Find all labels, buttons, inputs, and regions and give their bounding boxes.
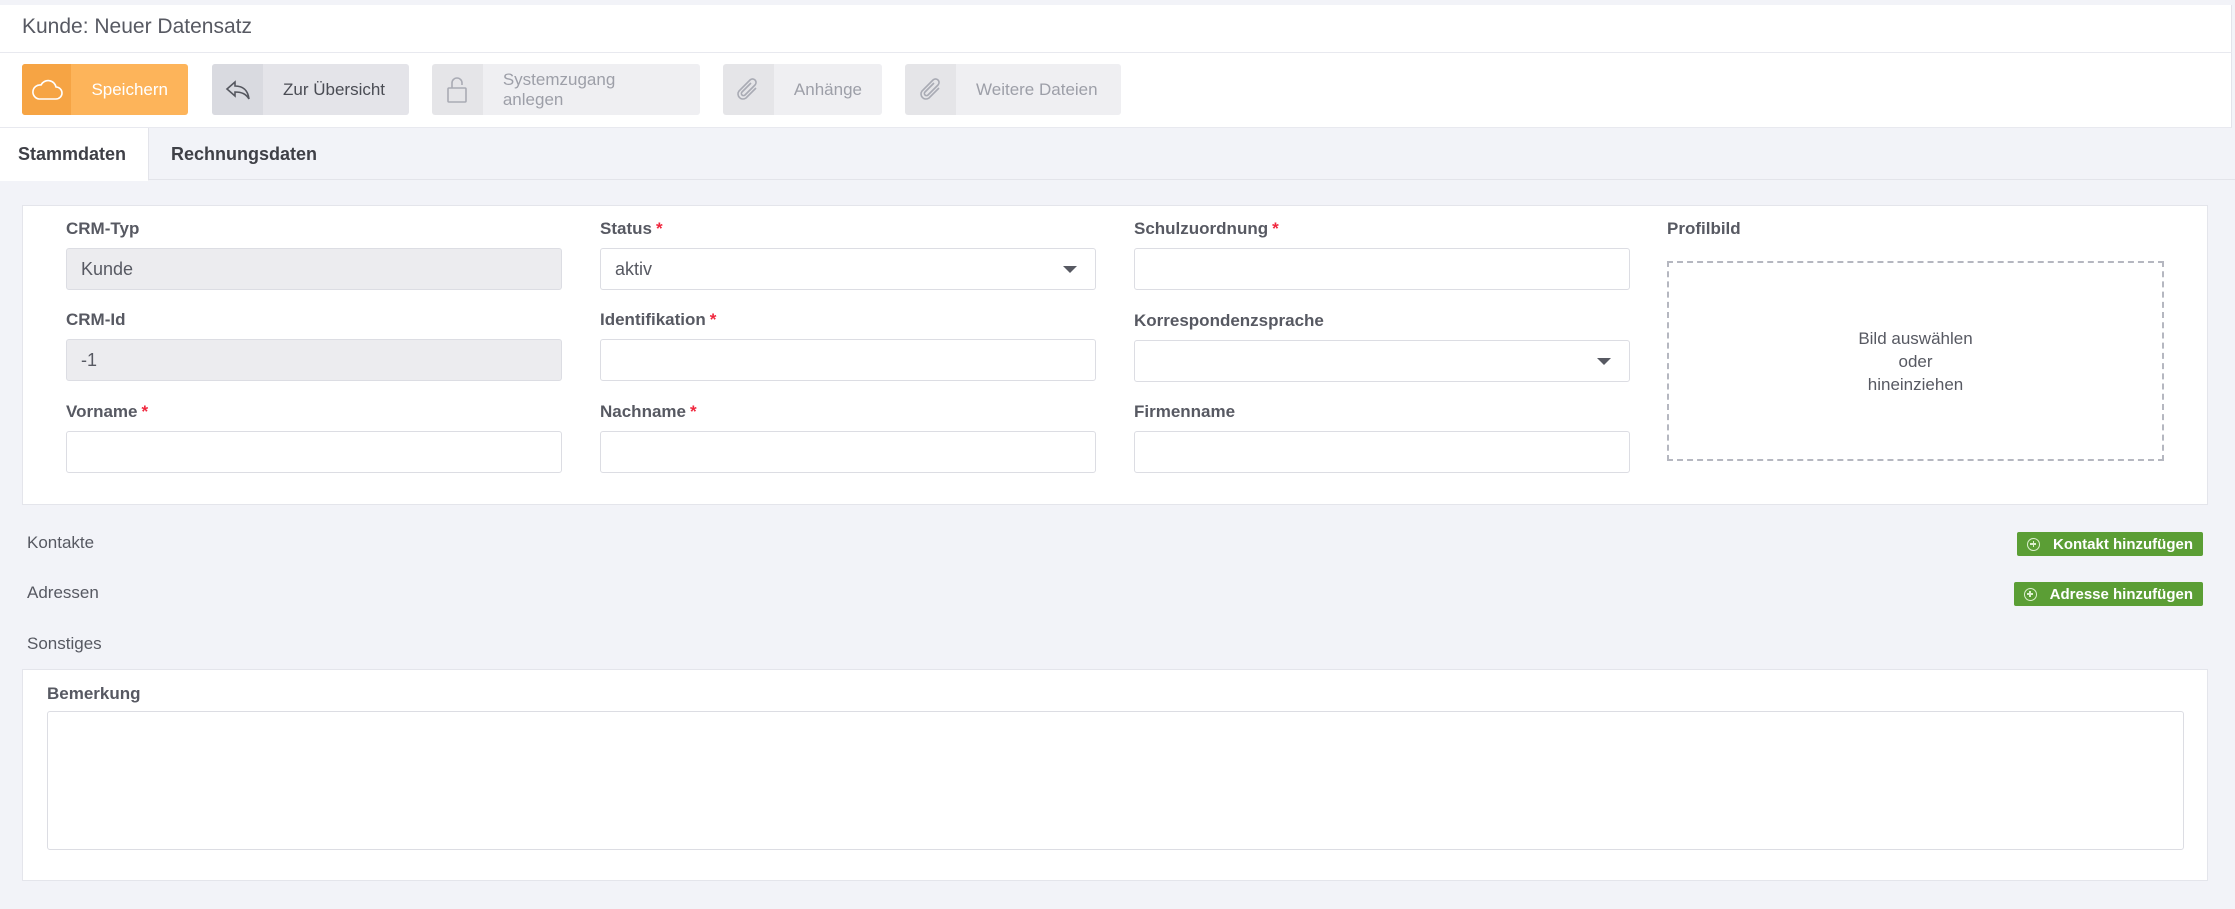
required-marker: * [689,402,697,421]
dropzone-text-line1: Bild auswählen [1858,328,1973,348]
contacts-section-title: Kontakte [27,533,95,552]
attachments-button[interactable]: Anhänge [723,64,882,115]
identification-label: Identifikation * [600,310,717,329]
paperclip-icon [905,64,956,115]
more-files-button-label: Weitere Dateien [976,79,1098,99]
last-name-input[interactable] [600,431,1096,473]
first-name-input[interactable] [66,431,562,473]
profile-picture-dropzone[interactable]: Bild auswählen oder hineinziehen [1667,261,2164,461]
overview-button-label: Zur Übersicht [283,79,386,99]
crm-type-field: Kunde [66,248,562,290]
correspondence-language-label: Korrespondenzsprache [1134,311,1324,330]
more-files-button[interactable]: Weitere Dateien [905,64,1121,115]
dropzone-text-line3: hineinziehen [1867,374,1964,394]
required-marker: * [141,402,149,421]
last-name-label: Nachname * [600,402,697,421]
plus-circle-icon [2023,587,2037,601]
school-assignment-label: Schulzuordnung * [1134,219,1279,238]
company-name-label: Firmenname [1134,402,1236,421]
identification-input[interactable] [600,339,1096,381]
add-contact-button[interactable]: Kontakt hinzufügen [2017,532,2203,556]
caret-down-icon [1063,266,1077,273]
tab-stammdaten[interactable]: Stammdaten [0,128,149,181]
first-name-label: Vorname * [66,402,149,421]
system-access-button[interactable]: Systemzugang anlegen [432,64,700,115]
title-bar: Kunde: Neuer Datensatz [0,5,2232,53]
remark-textarea[interactable] [47,711,2184,850]
correspondence-language-select[interactable] [1134,340,1630,382]
lock-icon [432,64,483,115]
add-address-button[interactable]: Adresse hinzufügen [2013,582,2203,606]
overview-button[interactable]: Zur Übersicht [212,64,409,115]
page-title: Kunde: Neuer Datensatz [22,15,252,38]
status-select[interactable]: aktiv [600,248,1096,290]
remark-label: Bemerkung [47,684,141,703]
tab-bar: Stammdaten Rechnungsdaten [0,128,2235,181]
save-button[interactable]: Speichern [22,64,188,115]
addresses-section-title: Adressen [27,583,99,602]
crm-id-field: -1 [66,339,562,381]
attachments-button-label: Anhänge [793,79,862,99]
company-name-input[interactable] [1134,431,1630,473]
required-marker: * [655,219,663,238]
profile-picture-label: Profilbild [1667,219,1741,238]
cloud-icon [22,64,72,115]
required-marker: * [1272,219,1279,238]
save-button-label: Speichern [91,79,168,99]
paperclip-icon [723,64,774,115]
status-label: Status * [600,219,663,238]
system-access-button-label: Systemzugang anlegen [502,69,616,109]
misc-section-title: Sonstiges [27,634,102,653]
tab-rechnungsdaten[interactable]: Rechnungsdaten [153,128,335,180]
plus-circle-icon [2027,537,2041,551]
add-address-button-label: Adresse hinzufügen [2049,585,2193,603]
dropzone-text-line2: oder [1898,351,1933,371]
add-contact-button-label: Kontakt hinzufügen [2053,535,2193,553]
caret-down-icon [1597,358,1611,365]
required-marker: * [709,310,717,329]
reply-arrow-icon [212,64,263,115]
school-assignment-input[interactable] [1134,248,1630,290]
crm-id-label: CRM-Id [66,310,126,329]
toolbar: Speichern Zur Übersicht Systemzugang anl… [0,53,2232,128]
crm-type-label: CRM-Typ [66,219,140,238]
